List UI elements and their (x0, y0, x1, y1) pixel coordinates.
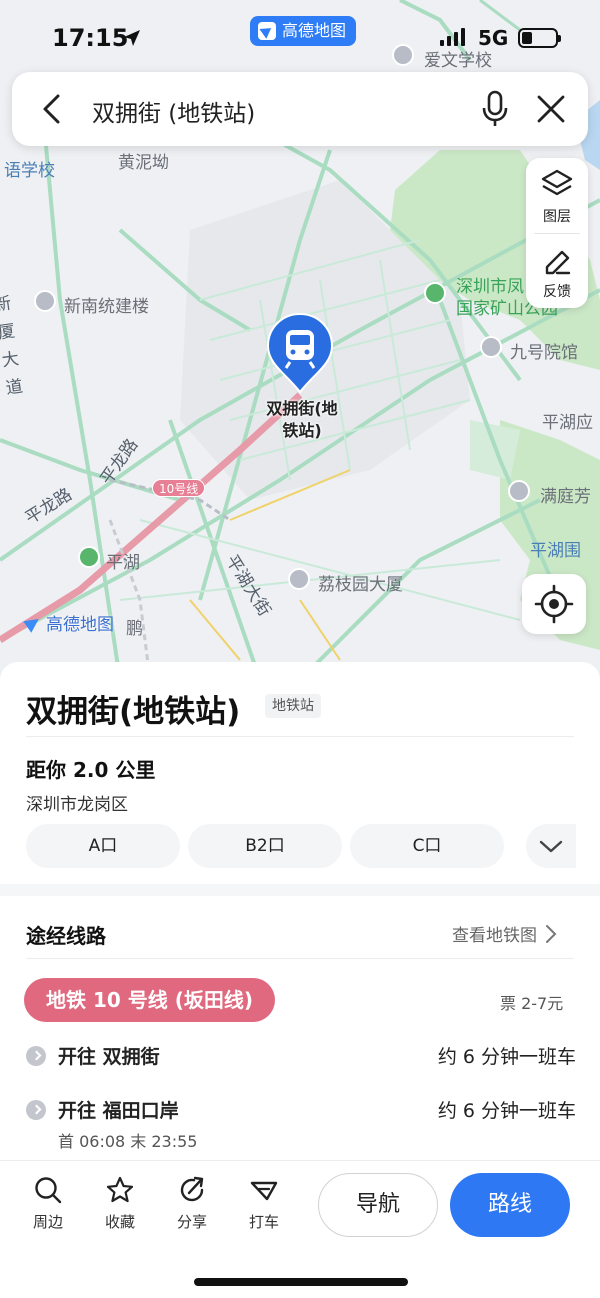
direction-arrow-icon (26, 1100, 46, 1120)
search-bar[interactable]: 双拥街 (地铁站) (12, 72, 588, 146)
layers-icon (541, 169, 573, 196)
divider (26, 958, 574, 959)
map-label-yuxue: 语学校 (4, 161, 55, 181)
exit-b2-button[interactable]: B2口 (188, 824, 342, 868)
map-label-pinghu-right: 平湖应 (542, 413, 593, 433)
layers-label: 图层 (543, 209, 571, 225)
direction-row[interactable]: 开往 福田口岸 约 6 分钟一班车 (26, 1094, 576, 1124)
share-button[interactable]: 分享 (164, 1175, 220, 1232)
status-time: 17:15 (52, 24, 129, 52)
direction-row[interactable]: 开往 双拥街 约 6 分钟一班车 (26, 1040, 576, 1070)
exits-expand-button[interactable] (526, 824, 576, 868)
home-indicator[interactable] (194, 1278, 408, 1286)
section-gap (0, 884, 600, 896)
battery-icon (518, 28, 561, 48)
close-icon[interactable] (534, 92, 568, 126)
taxi-button[interactable]: 打车 (236, 1175, 292, 1232)
navigate-button[interactable]: 导航 (318, 1173, 438, 1237)
distance-text: 距你 2.0 公里 (26, 758, 156, 782)
favorite-button[interactable]: 收藏 (92, 1175, 148, 1232)
view-subway-map-link[interactable]: 查看地铁图 (452, 921, 557, 946)
map-label-pinghuwei: 平湖围 (530, 541, 581, 561)
routes-section-title: 途经线路 (26, 924, 106, 948)
frequency-text: 约 6 分钟一班车 (437, 1046, 576, 1068)
share-label: 分享 (176, 1213, 207, 1231)
search-query-text[interactable]: 双拥街 (地铁站) (92, 94, 255, 128)
route-button[interactable]: 路线 (450, 1173, 570, 1237)
map-label-huangni: 黄泥坳 (118, 153, 169, 173)
network-type: 5G (478, 26, 509, 50)
place-title: 双拥街(地铁站) (26, 694, 241, 730)
back-arrow-icon[interactable] (38, 92, 68, 126)
feedback-label: 反馈 (543, 284, 571, 300)
metro-line-badge[interactable]: 地铁 10 号线 (坂田线) (24, 978, 276, 1022)
amap-logo-icon (24, 614, 42, 632)
nearby-label: 周边 (32, 1213, 63, 1231)
watermark-text: 高德地图 (46, 615, 114, 635)
service-hours: 首 06:08 末 23:55 (58, 1132, 198, 1151)
map-label-jiuhao: 九号院馆 (510, 343, 578, 363)
park-poi-icon[interactable] (424, 282, 446, 304)
location-arrow-icon (124, 30, 140, 46)
taxi-flag-icon (250, 1181, 278, 1201)
map-label-manting: 满庭芳 (540, 487, 591, 507)
museum-poi-icon[interactable] (480, 336, 502, 358)
microphone-icon[interactable] (480, 90, 510, 128)
amap-badge-text: 高德地图 (282, 21, 347, 40)
map-tools-panel: 图层 反馈 (526, 158, 588, 308)
building-poi-icon[interactable] (34, 290, 56, 312)
locate-button[interactable] (522, 574, 586, 634)
tower-poi-icon[interactable] (288, 568, 310, 590)
map-view[interactable]: 爱文学校 语学校 黄泥坳 新南统建楼 深圳市凤 国家矿山公园 九号院馆 平湖应 … (0, 0, 600, 680)
favorite-label: 收藏 (104, 1213, 135, 1231)
frequency-text: 约 6 分钟一班车 (437, 1100, 576, 1122)
chevron-down-icon (539, 840, 563, 853)
map-label-xinnan: 新南统建楼 (64, 297, 149, 317)
metro-line-chip: 10号线 (152, 479, 206, 497)
amap-badge-icon (258, 22, 276, 40)
star-icon (106, 1176, 134, 1203)
direction-arrow-icon (26, 1046, 46, 1066)
nearby-button[interactable]: 周边 (20, 1175, 76, 1232)
map-label-lizhi: 荔枝园大厦 (318, 575, 403, 595)
status-bar: 17:15 高德地图 5G (0, 0, 600, 72)
exit-c-button[interactable]: C口 (350, 824, 504, 868)
direction-text: 开往 双拥街 (58, 1046, 160, 1068)
fare-text: 票 2-7元 (500, 994, 564, 1013)
chevron-right-icon (546, 924, 557, 943)
amap-app-badge[interactable]: 高德地图 (250, 16, 357, 46)
map-label-peng: 鹏 (126, 619, 143, 639)
feedback-button[interactable]: 反馈 (526, 233, 588, 308)
metro-station-pin-icon[interactable] (266, 312, 334, 394)
direction-text: 开往 福田口岸 (58, 1100, 179, 1122)
residence-poi-icon[interactable] (508, 480, 530, 502)
exit-a-button[interactable]: A口 (26, 824, 180, 868)
divider (26, 736, 574, 737)
signal-icon (440, 28, 465, 46)
taxi-label: 打车 (248, 1213, 279, 1231)
place-type-tag: 地铁站 (265, 694, 321, 718)
amap-watermark: 高德地图 (24, 610, 114, 635)
search-icon (35, 1177, 62, 1204)
district-text: 深圳市龙岗区 (26, 795, 128, 815)
station-poi-icon[interactable] (78, 546, 100, 568)
share-icon (180, 1176, 204, 1202)
view-subway-map-text: 查看地铁图 (452, 926, 537, 946)
layers-button[interactable]: 图层 (526, 158, 588, 233)
map-label-pinghu-station: 平湖 (106, 553, 140, 573)
pin-label: 双拥街(地铁站) (266, 399, 338, 440)
edit-pen-icon (545, 250, 571, 275)
locate-crosshair-icon (534, 584, 574, 624)
